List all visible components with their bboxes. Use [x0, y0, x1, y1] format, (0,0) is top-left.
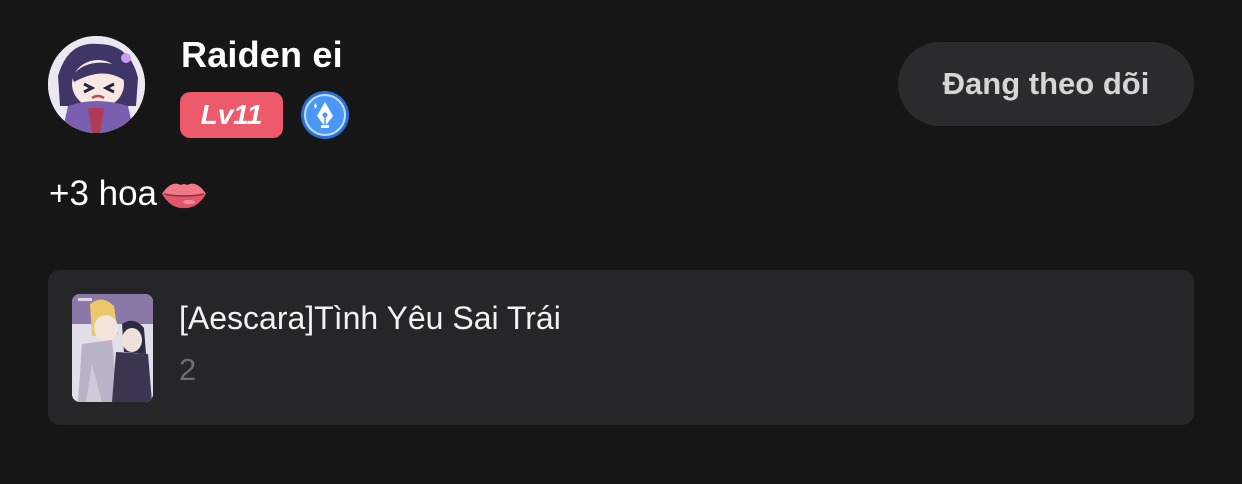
story-title: [Aescara]Tình Yêu Sai Trái	[179, 300, 561, 336]
lips-icon	[159, 174, 209, 214]
level-badge: Lv11	[180, 92, 283, 138]
avatar-image	[48, 36, 145, 133]
avatar[interactable]	[48, 36, 145, 133]
level-label: Lv11	[200, 99, 263, 130]
story-chapter: 2	[179, 352, 197, 387]
story-cover-image	[72, 294, 153, 402]
pen-nib-badge-icon	[300, 90, 350, 140]
comment-body: +3 hoa	[49, 174, 209, 214]
comment-item: Raiden ei Lv11 Đang theo dõi +3 hoa [Aes…	[0, 0, 1242, 484]
following-button[interactable]: Đang theo dõi	[898, 42, 1194, 126]
story-card[interactable]: [Aescara]Tình Yêu Sai Trái 2	[48, 270, 1194, 425]
username[interactable]: Raiden ei	[181, 34, 343, 76]
comment-text: +3 hoa	[49, 174, 158, 213]
